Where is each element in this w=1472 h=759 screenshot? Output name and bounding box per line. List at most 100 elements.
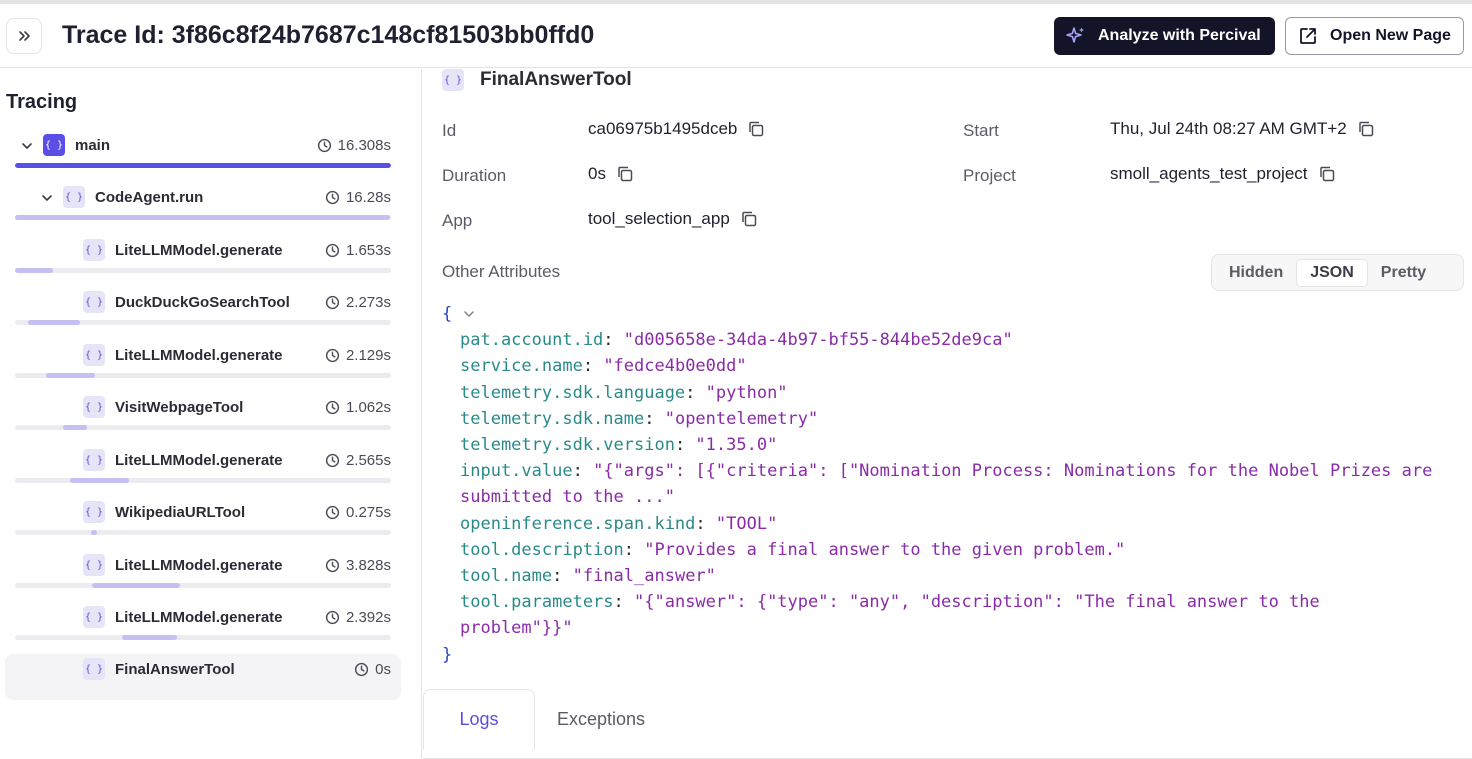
open-new-page-label: Open New Page bbox=[1330, 27, 1451, 44]
span-duration: 2.273s bbox=[325, 294, 391, 311]
span-row[interactable]: { } CodeAgent.run 16.28s bbox=[5, 184, 401, 236]
tab-exceptions[interactable]: Exceptions bbox=[536, 689, 666, 750]
json-value: "1.35.0" bbox=[695, 435, 778, 456]
span-type-icon: { } bbox=[43, 134, 65, 156]
duration-label: Duration bbox=[442, 166, 507, 185]
json-attribute: openinference.span.kind: "TOOL" bbox=[460, 513, 778, 534]
expand-sidebar-button[interactable] bbox=[6, 18, 42, 54]
span-type-icon: { } bbox=[83, 501, 105, 523]
clock-icon bbox=[325, 400, 340, 415]
copy-icon[interactable] bbox=[1318, 165, 1336, 183]
span-row[interactable]: { } VisitWebpageTool 1.062s bbox=[5, 394, 401, 446]
span-type-icon: { } bbox=[442, 69, 464, 91]
copy-icon[interactable] bbox=[1357, 120, 1375, 138]
analyze-label: Analyze with Percival bbox=[1098, 27, 1261, 44]
json-attribute: tool.parameters: "{"answer": {"type": "a… bbox=[460, 592, 1320, 613]
span-row[interactable]: { } DuckDuckGoSearchTool 2.273s bbox=[5, 289, 401, 341]
clock-icon bbox=[325, 348, 340, 363]
json-key: tool.parameters bbox=[460, 592, 614, 613]
copy-icon[interactable] bbox=[616, 165, 634, 183]
span-duration-value: 16.308s bbox=[337, 137, 391, 154]
span-row[interactable]: { } LiteLLMModel.generate 2.392s bbox=[5, 604, 401, 656]
span-duration-value: 16.28s bbox=[345, 189, 391, 206]
app-text: tool_selection_app bbox=[588, 209, 730, 228]
span-name: LiteLLMModel.generate bbox=[115, 347, 283, 364]
view-json-option[interactable]: JSON bbox=[1296, 258, 1368, 287]
json-attribute: telemetry.sdk.version: "1.35.0" bbox=[460, 435, 778, 456]
span-row[interactable]: { } LiteLLMModel.generate 1.653s bbox=[5, 237, 401, 289]
chevron-down-icon[interactable] bbox=[40, 191, 54, 205]
attributes-json: { pat.account.id: "d005658e-34da-4b97-bf… bbox=[442, 301, 1432, 668]
span-duration: 1.062s bbox=[325, 399, 391, 416]
chevron-down-icon[interactable] bbox=[463, 308, 475, 320]
span-timeline-fill bbox=[15, 163, 391, 168]
start-text: Thu, Jul 24th 08:27 AM GMT+2 bbox=[1110, 119, 1347, 138]
json-key: telemetry.sdk.language bbox=[460, 382, 686, 403]
start-label: Start bbox=[963, 121, 999, 140]
json-value: "opentelemetry" bbox=[664, 408, 819, 429]
span-row[interactable]: { } LiteLLMModel.generate 2.565s bbox=[5, 447, 401, 499]
span-duration: 2.392s bbox=[325, 609, 391, 626]
duration-text: 0s bbox=[588, 164, 606, 183]
span-name: LiteLLMModel.generate bbox=[115, 557, 283, 574]
view-pretty-option[interactable]: Pretty bbox=[1368, 260, 1439, 286]
json-value: "fedce4b0e0dd" bbox=[603, 356, 747, 377]
project-label: Project bbox=[963, 166, 1016, 185]
json-value: submitted to the ..." bbox=[460, 487, 675, 508]
span-type-icon: { } bbox=[83, 344, 105, 366]
json-value: "TOOL" bbox=[715, 513, 778, 534]
span-timeline-fill bbox=[70, 478, 130, 483]
json-key: tool.name bbox=[460, 566, 553, 587]
copy-icon[interactable] bbox=[747, 120, 765, 138]
open-new-page-button[interactable]: Open New Page bbox=[1285, 17, 1464, 55]
span-type-icon: { } bbox=[83, 554, 105, 576]
json-key: service.name bbox=[460, 356, 583, 377]
span-timeline bbox=[15, 163, 391, 168]
span-timeline-fill bbox=[122, 635, 178, 640]
chevron-down-icon[interactable] bbox=[20, 139, 34, 153]
json-attribute: input.value: "{"args": [{"criteria": ["N… bbox=[460, 461, 1433, 482]
span-duration-value: 1.062s bbox=[345, 399, 391, 416]
span-duration: 2.565s bbox=[325, 452, 391, 469]
json-attribute: tool.description: "Provides a final answ… bbox=[460, 539, 1126, 560]
span-timeline-fill bbox=[62, 425, 88, 430]
span-row[interactable]: { } LiteLLMModel.generate 2.129s bbox=[5, 342, 401, 394]
span-timeline bbox=[15, 425, 391, 430]
analyze-with-percival-button[interactable]: Analyze with Percival bbox=[1054, 17, 1275, 55]
app-label: App bbox=[442, 211, 473, 230]
span-type-icon: { } bbox=[83, 291, 105, 313]
duration-value: 0s bbox=[588, 164, 634, 184]
json-value: "python" bbox=[705, 382, 788, 403]
span-timeline-fill bbox=[45, 373, 96, 378]
span-type-icon: { } bbox=[83, 396, 105, 418]
span-row[interactable]: { } LiteLLMModel.generate 3.828s bbox=[5, 552, 401, 604]
span-timeline bbox=[15, 320, 391, 325]
span-detail-panel: { } FinalAnswerTool Id ca06975b1495dceb … bbox=[423, 69, 1472, 759]
span-duration-value: 2.392s bbox=[345, 609, 391, 626]
json-value: "d005658e-34da-4b97-bf55-844be52de9ca" bbox=[623, 330, 1013, 351]
json-key: telemetry.sdk.name bbox=[460, 408, 645, 429]
view-hidden-option[interactable]: Hidden bbox=[1216, 260, 1296, 286]
span-duration: 16.308s bbox=[317, 137, 391, 154]
json-attribute: service.name: "fedce4b0e0dd" bbox=[460, 356, 747, 377]
span-duration: 16.28s bbox=[325, 189, 391, 206]
span-name: LiteLLMModel.generate bbox=[115, 242, 283, 259]
clock-icon bbox=[325, 243, 340, 258]
json-key: telemetry.sdk.version bbox=[460, 435, 675, 456]
span-duration: 0s bbox=[354, 661, 391, 678]
span-row[interactable]: { } main 16.308s bbox=[5, 132, 401, 184]
other-attributes-label: Other Attributes bbox=[442, 262, 561, 281]
span-duration-value: 2.129s bbox=[345, 347, 391, 364]
tracing-panel: Tracing { } main 16.308s { } CodeAgent.r… bbox=[0, 69, 422, 759]
span-row-selected[interactable]: { } FinalAnswerTool 0s bbox=[5, 654, 401, 700]
span-type-icon: { } bbox=[83, 449, 105, 471]
span-row[interactable]: { } WikipediaURLTool 0.275s bbox=[5, 499, 401, 551]
span-duration-value: 2.565s bbox=[345, 452, 391, 469]
span-timeline-fill bbox=[90, 530, 97, 535]
clock-icon bbox=[325, 190, 340, 205]
tab-logs[interactable]: Logs bbox=[423, 689, 535, 750]
json-value: "final_answer" bbox=[572, 566, 716, 587]
json-attribute: telemetry.sdk.name: "opentelemetry" bbox=[460, 408, 819, 429]
copy-icon[interactable] bbox=[740, 210, 758, 228]
json-value: "Provides a final answer to the given pr… bbox=[644, 539, 1126, 560]
